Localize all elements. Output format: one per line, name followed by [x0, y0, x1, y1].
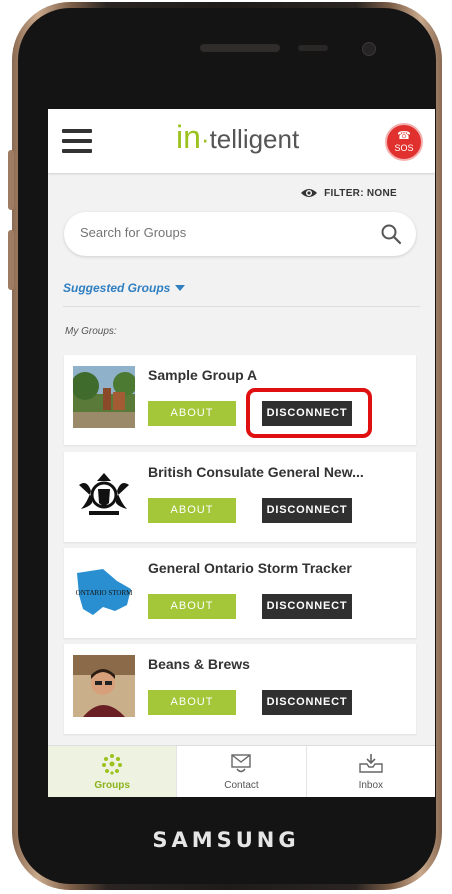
- volume-up-button: [8, 150, 14, 210]
- group-card: British Consulate General New... ABOUT D…: [64, 452, 416, 542]
- eye-icon: [301, 189, 318, 197]
- disconnect-button[interactable]: DISCONNECT: [262, 594, 352, 619]
- group-name: Beans & Brews: [148, 656, 250, 672]
- front-camera: [362, 42, 376, 56]
- hamburger-menu-icon[interactable]: [62, 129, 92, 153]
- group-thumbnail-crest: [73, 463, 135, 525]
- map-thumb-text: ONTARIO STORM: [76, 589, 133, 597]
- tab-label: Contact: [224, 780, 259, 791]
- tab-inbox[interactable]: Inbox: [305, 746, 435, 797]
- group-thumbnail-park: [73, 366, 135, 428]
- search-input[interactable]: [80, 225, 370, 240]
- app-bar: in·telligent ☎ SOS: [48, 109, 435, 173]
- earpiece-speaker: [200, 44, 280, 52]
- phone-icon: ☎: [397, 130, 411, 142]
- divider: [63, 306, 420, 307]
- group-card: Beans & Brews ABOUT DISCONNECT: [64, 644, 416, 734]
- about-button[interactable]: ABOUT: [148, 498, 236, 523]
- tab-label: Inbox: [358, 780, 384, 791]
- caret-down-icon: [175, 285, 186, 291]
- search-icon[interactable]: [380, 223, 402, 245]
- logo-dot: ·: [200, 124, 210, 154]
- about-button[interactable]: ABOUT: [148, 401, 236, 426]
- highlight-annotation: [246, 388, 372, 438]
- group-name: British Consulate General New...: [148, 464, 364, 480]
- disconnect-button[interactable]: DISCONNECT: [262, 690, 352, 715]
- my-groups-heading: My Groups:: [65, 326, 117, 337]
- tab-groups[interactable]: Groups: [48, 746, 177, 797]
- suggested-groups-dropdown[interactable]: Suggested Groups: [63, 281, 186, 295]
- app-screen: in·telligent ☎ SOS FILTER: NONE Suggeste…: [48, 109, 435, 797]
- about-button[interactable]: ABOUT: [148, 594, 236, 619]
- inbox-icon: [359, 754, 383, 773]
- group-thumbnail-person: [73, 655, 135, 717]
- tab-label: Groups: [94, 780, 130, 791]
- bottom-tab-bar: Groups Contact Inbox: [48, 745, 435, 797]
- group-card: ONTARIO STORM General Ontario Storm Trac…: [64, 548, 416, 638]
- logo-rest: telligent: [209, 124, 300, 154]
- sos-button[interactable]: ☎ SOS: [385, 123, 423, 161]
- groups-icon: [102, 754, 123, 775]
- group-thumbnail-map: ONTARIO STORM: [73, 559, 135, 621]
- group-card: Sample Group A ABOUT DISCONNECT: [64, 355, 416, 445]
- proximity-sensor: [298, 45, 328, 51]
- search-bar[interactable]: [64, 212, 416, 256]
- filter-toggle[interactable]: FILTER: NONE: [300, 187, 397, 199]
- logo-in: in: [176, 119, 201, 155]
- sos-label: SOS: [394, 143, 414, 153]
- group-name: General Ontario Storm Tracker: [148, 560, 352, 576]
- suggested-groups-label: Suggested Groups: [63, 281, 171, 295]
- contact-icon: [231, 754, 252, 773]
- about-button[interactable]: ABOUT: [148, 690, 236, 715]
- group-name: Sample Group A: [148, 367, 258, 383]
- filter-label: FILTER: NONE: [324, 187, 397, 199]
- device-brand: SAMSUNG: [152, 828, 300, 852]
- tab-contact[interactable]: Contact: [176, 746, 305, 797]
- disconnect-button[interactable]: DISCONNECT: [262, 498, 352, 523]
- volume-down-button: [8, 230, 14, 290]
- app-logo: in·telligent: [176, 119, 299, 156]
